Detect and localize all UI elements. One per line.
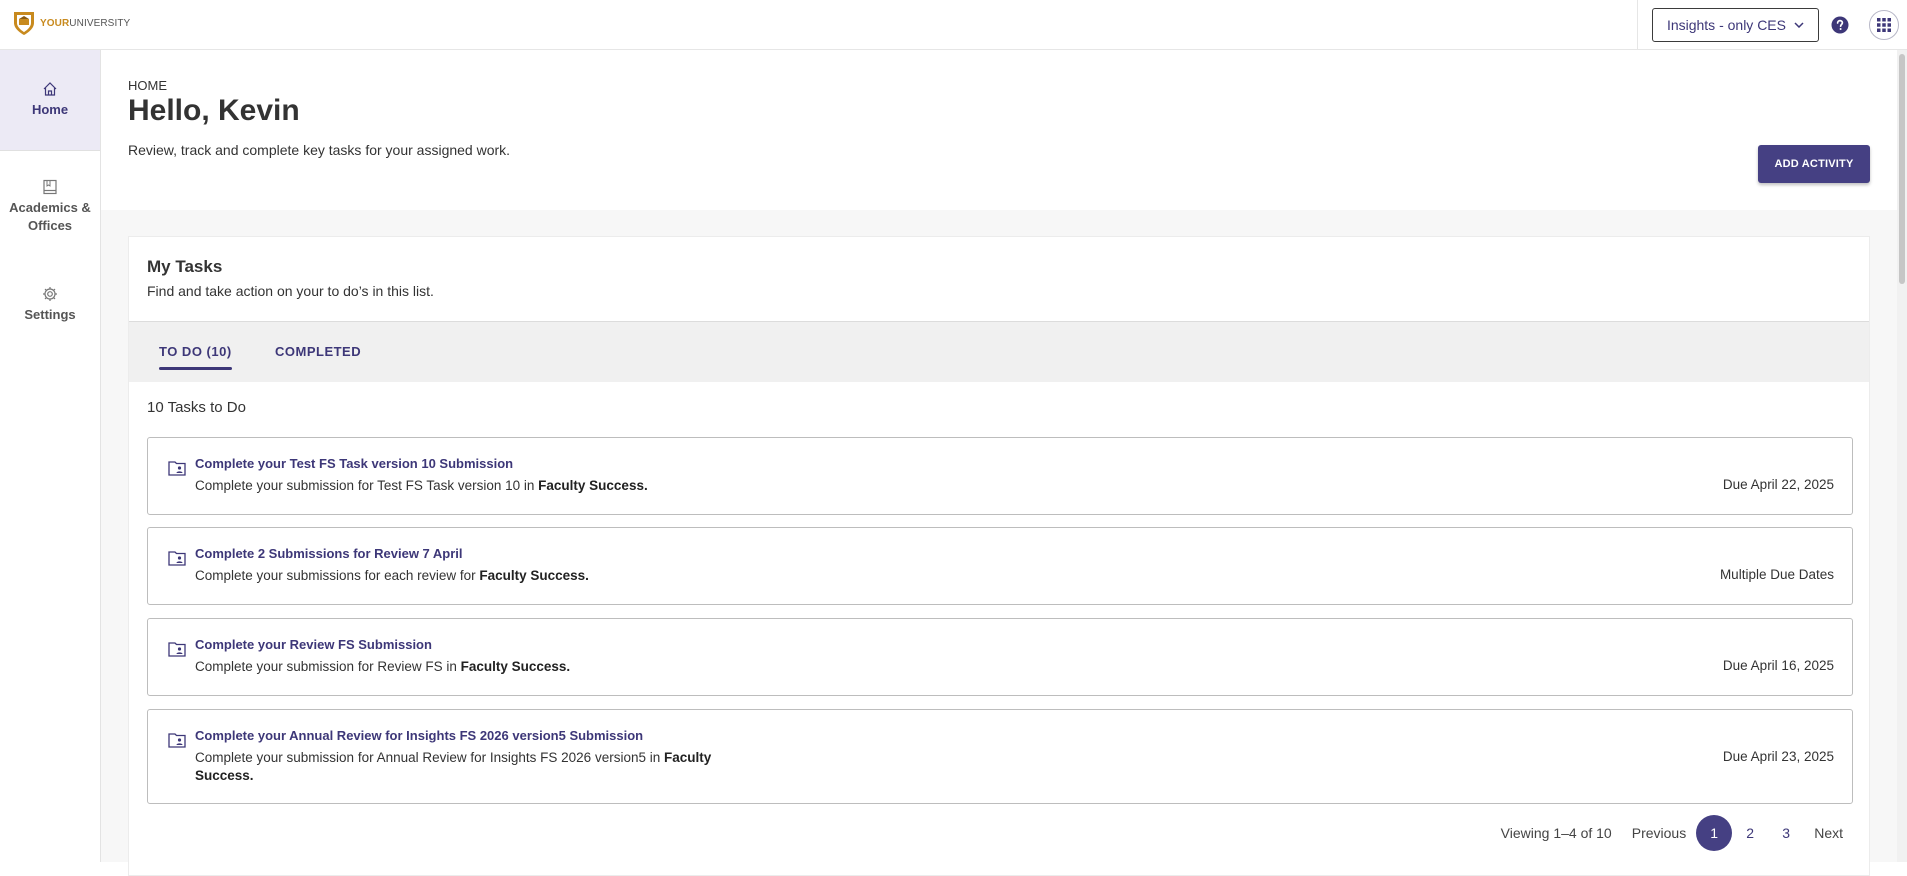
task-item[interactable]: Complete your Test FS Task version 10 Su… xyxy=(147,437,1853,515)
task-tabs: TO DO (10) COMPLETED xyxy=(129,321,1869,382)
task-item[interactable]: Complete your Annual Review for Insights… xyxy=(147,709,1853,804)
gear-icon xyxy=(43,287,57,301)
home-icon xyxy=(43,82,57,96)
sidebar-item-label: Home xyxy=(31,102,69,117)
add-activity-button[interactable]: ADD ACTIVITY xyxy=(1758,145,1870,183)
task-item[interactable]: Complete 2 Submissions for Review 7 Apri… xyxy=(147,527,1853,605)
task-desc-app: Faculty Success. xyxy=(479,568,589,583)
divider xyxy=(1636,0,1638,49)
page-button-3[interactable]: 3 xyxy=(1768,815,1804,851)
breadcrumb: HOME xyxy=(128,78,167,93)
scrollbar-thumb[interactable] xyxy=(1899,54,1905,284)
tab-label: COMPLETED xyxy=(275,343,362,359)
folder-user-icon xyxy=(168,461,186,476)
book-icon xyxy=(43,179,57,195)
my-tasks-card: My Tasks Find and take action on your to… xyxy=(128,236,1870,876)
help-circle-icon[interactable] xyxy=(1831,16,1849,34)
task-title-link[interactable]: Complete your Test FS Task version 10 Su… xyxy=(195,456,513,471)
tab-label: TO DO (10) xyxy=(159,343,232,359)
next-page-button[interactable]: Next xyxy=(1814,825,1843,841)
university-logo[interactable]: YOURUNIVERSITY xyxy=(13,10,130,36)
pagination: Viewing 1–4 of 10 Previous 1 2 3 Next xyxy=(1501,815,1853,851)
tab-completed[interactable]: COMPLETED xyxy=(275,322,361,380)
top-bar: YOURUNIVERSITY Insights - only CES xyxy=(0,0,1907,50)
logo-prefix: YOUR xyxy=(40,17,70,29)
task-count-label: 10 Tasks to Do xyxy=(147,399,246,416)
task-desc-app: Faculty Success. xyxy=(460,659,571,674)
card-subtitle: Find and take action on your to do’s in … xyxy=(147,283,434,299)
sidebar-item-home[interactable]: Home xyxy=(0,50,100,151)
grid-dots-icon xyxy=(1877,17,1891,32)
task-desc-text: Complete your submission for Annual Revi… xyxy=(195,750,664,765)
card-title: My Tasks xyxy=(147,257,223,276)
sidebar-item-label: Settings xyxy=(24,307,76,322)
task-title-link[interactable]: Complete 2 Submissions for Review 7 Apri… xyxy=(195,546,463,561)
task-description: Complete your submission for Test FS Tas… xyxy=(195,477,715,495)
task-description: Complete your submission for Review FS i… xyxy=(195,658,715,676)
task-description: Complete your submission for Annual Revi… xyxy=(195,749,715,785)
task-desc-text: Complete your submissions for each revie… xyxy=(195,568,480,583)
task-description: Complete your submissions for each revie… xyxy=(195,567,715,585)
top-right-controls: Insights - only CES xyxy=(1623,0,1907,49)
logo-suffix: UNIVERSITY xyxy=(69,17,131,29)
sidebar-item-label: Academics & Offices xyxy=(9,200,91,233)
task-title-link[interactable]: Complete your Review FS Submission xyxy=(195,637,432,652)
tab-to-do[interactable]: TO DO (10) xyxy=(159,322,232,380)
previous-page-button[interactable]: Previous xyxy=(1632,825,1686,841)
task-desc-text: Complete your submission for Test FS Tas… xyxy=(195,478,539,493)
task-item[interactable]: Complete your Review FS Submission Compl… xyxy=(147,618,1853,696)
task-due-date: Due April 16, 2025 xyxy=(1722,658,1834,673)
task-due-date: Due April 23, 2025 xyxy=(1722,749,1834,764)
page-title: Hello, Kevin xyxy=(128,94,300,127)
main-content: HOME Hello, Kevin Review, track and comp… xyxy=(101,50,1897,876)
page-scrollbar[interactable] xyxy=(1897,50,1907,862)
page-subtitle: Review, track and complete key tasks for… xyxy=(128,142,511,158)
page-button-1[interactable]: 1 xyxy=(1696,815,1733,851)
task-desc-text: Complete your submission for Review FS i… xyxy=(195,659,461,674)
logo-text: YOURUNIVERSITY xyxy=(40,18,130,29)
sidebar-item-academics[interactable]: Academics & Offices xyxy=(0,151,100,263)
pagination-info: Viewing 1–4 of 10 xyxy=(1500,825,1612,841)
folder-user-icon xyxy=(168,551,186,566)
task-due-date: Due April 22, 2025 xyxy=(1722,477,1834,492)
task-title-link[interactable]: Complete your Annual Review for Insights… xyxy=(195,728,643,743)
insights-selector-label: Insights - only CES xyxy=(1666,16,1786,33)
sidebar-item-settings[interactable]: Settings xyxy=(0,263,100,347)
shield-logo-icon xyxy=(14,12,34,35)
page-header: HOME Hello, Kevin Review, track and comp… xyxy=(101,50,1897,210)
task-due-date: Multiple Due Dates xyxy=(1719,567,1834,582)
folder-user-icon xyxy=(168,733,186,748)
insights-selector[interactable]: Insights - only CES xyxy=(1651,7,1819,42)
grid-menu-icon[interactable] xyxy=(1869,9,1899,40)
folder-user-icon xyxy=(168,642,186,657)
chevron-down-icon xyxy=(1794,21,1804,28)
task-desc-app: Faculty Success. xyxy=(538,478,648,493)
page-button-2[interactable]: 2 xyxy=(1732,815,1768,851)
sidebar: Home Academics & Offices Settings xyxy=(0,50,101,862)
